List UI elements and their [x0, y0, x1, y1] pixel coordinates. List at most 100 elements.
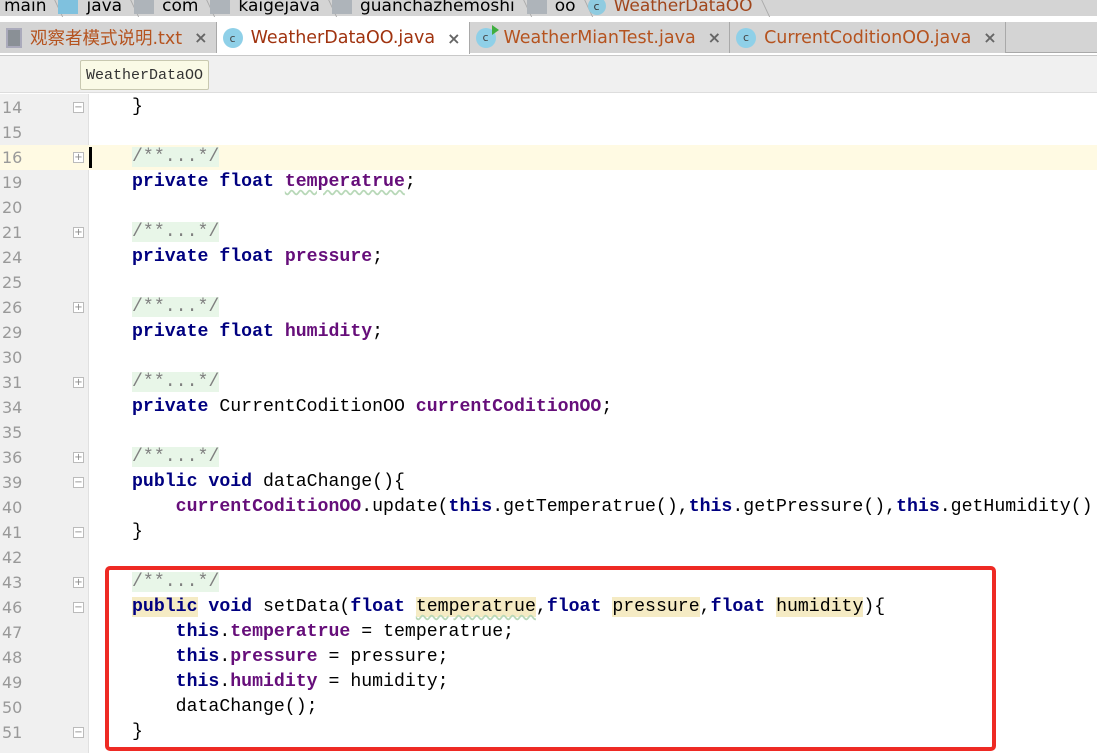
fold-expand-icon[interactable]: +	[73, 452, 84, 463]
code-token: this	[896, 497, 940, 517]
class-icon: c	[587, 0, 606, 15]
code-line[interactable]: 19 private float temperatrue;	[0, 170, 1097, 195]
fold-collapse-icon[interactable]: −	[73, 527, 84, 538]
code-line[interactable]: 16 + /**...*/	[0, 145, 1097, 170]
code-line[interactable]: 29 private float humidity;	[0, 320, 1097, 345]
code-token: .getPressure(),	[732, 497, 897, 517]
code-text: /**...*/	[132, 445, 220, 470]
line-number: 46	[2, 598, 23, 617]
code-text: /**...*/	[132, 145, 220, 170]
code-text: }	[132, 95, 143, 120]
line-number: 49	[2, 673, 23, 692]
code-line[interactable]: 25	[0, 270, 1097, 295]
class-icon-letter: c	[482, 31, 489, 44]
tab-currentcoditionoojava[interactable]: c CurrentCoditionOO.java ×	[730, 22, 1006, 53]
code-token: dataChange(){	[252, 472, 405, 492]
breadcrumb-item[interactable]: guanchazhemoshi	[328, 0, 523, 17]
code-token: private	[132, 172, 209, 192]
folded-comment[interactable]: /**...*/	[132, 447, 220, 467]
folded-comment[interactable]: /**...*/	[132, 222, 220, 242]
code-line[interactable]: 30	[0, 345, 1097, 370]
code-token: .update(	[361, 497, 449, 517]
code-line[interactable]: 41 −}	[0, 520, 1097, 545]
code-token: ;	[372, 247, 384, 267]
fold-collapse-icon[interactable]: −	[73, 477, 84, 488]
code-text: private CurrentCoditionOO currentCoditio…	[132, 395, 612, 420]
close-icon[interactable]: ×	[983, 28, 996, 47]
breadcrumb-item[interactable]: main	[0, 0, 54, 17]
fold-collapse-icon[interactable]: −	[73, 102, 84, 113]
code-token: ;	[372, 322, 384, 342]
fold-expand-icon[interactable]: +	[73, 152, 84, 163]
folded-comment[interactable]: /**...*/	[132, 147, 220, 167]
breadcrumb-item[interactable]: com	[130, 0, 206, 17]
breadcrumb-item[interactable]: c WeatherDataOO	[584, 0, 761, 17]
code-line[interactable]: 36 + /**...*/	[0, 445, 1097, 470]
breadcrumb-label: WeatherDataOO	[613, 0, 753, 16]
close-icon[interactable]: ×	[447, 29, 460, 48]
code-line[interactable]: 15	[0, 120, 1097, 145]
code-line[interactable]: 40 currentCoditionOO.update(this.getTemp…	[0, 495, 1097, 520]
close-icon[interactable]: ×	[194, 28, 207, 47]
folded-comment[interactable]: /**...*/	[132, 372, 220, 392]
code-text: private float temperatrue;	[132, 170, 416, 195]
close-icon[interactable]: ×	[708, 28, 721, 47]
code-text: /**...*/	[132, 295, 220, 320]
fold-collapse-icon[interactable]: −	[73, 602, 84, 613]
package-icon	[210, 0, 231, 14]
code-line[interactable]: 21 + /**...*/	[0, 220, 1097, 245]
folded-comment[interactable]: /**...*/	[132, 297, 220, 317]
package-icon	[526, 0, 547, 14]
tab-weatherdataoojava[interactable]: c WeatherDataOO.java ×	[216, 22, 470, 54]
line-number: 43	[2, 573, 23, 592]
code-token: currentCoditionOO	[175, 497, 362, 517]
fold-expand-icon[interactable]: +	[73, 577, 84, 588]
code-line[interactable]: 34 private CurrentCoditionOO currentCodit…	[0, 395, 1097, 420]
line-number: 41	[2, 523, 23, 542]
fold-expand-icon[interactable]: +	[73, 227, 84, 238]
code-line[interactable]: 31 + /**...*/	[0, 370, 1097, 395]
code-token: }	[132, 522, 143, 542]
line-number: 50	[2, 698, 23, 717]
fold-expand-icon[interactable]: +	[73, 377, 84, 388]
code-token: private	[132, 322, 209, 342]
code-token: float	[219, 322, 274, 342]
code-line[interactable]: 20	[0, 195, 1097, 220]
breadcrumb-item[interactable]: java	[54, 0, 130, 17]
code-text: currentCoditionOO.update(this.getTempera…	[132, 495, 1093, 520]
breadcrumb-label: java	[86, 0, 123, 16]
tab-label: WeatherMianTest.java	[503, 27, 696, 48]
code-text: private float humidity;	[132, 320, 383, 345]
code-token: temperatrue	[284, 172, 405, 192]
breadcrumb-label: com	[162, 0, 199, 16]
code-token: .getTemperatrue(),	[492, 497, 689, 517]
code-token: pressure	[284, 247, 373, 267]
line-number: 40	[2, 498, 23, 517]
breadcrumb-item[interactable]: oo	[523, 0, 584, 17]
code-token: this	[688, 497, 733, 517]
breadcrumb-label: main	[4, 0, 47, 16]
code-line[interactable]: 39 − public void dataChange(){	[0, 470, 1097, 495]
tab-txt[interactable]: 观察者模式说明.txt ×	[0, 22, 217, 53]
breadcrumb-item[interactable]: kaigejava	[206, 0, 328, 17]
fold-expand-icon[interactable]: +	[73, 302, 84, 313]
run-badge-icon	[491, 24, 499, 35]
code-token: ;	[404, 172, 416, 192]
breadcrumb: main java com kaigejava guanchazhemoshi oo c We…	[0, 0, 1097, 16]
code-line[interactable]: 24 private float pressure;	[0, 245, 1097, 270]
code-line[interactable]: 14 −}	[0, 95, 1097, 120]
code-line[interactable]: 26 + /**...*/	[0, 295, 1097, 320]
line-number: 30	[2, 348, 23, 367]
code-text: /**...*/	[132, 220, 220, 245]
code-text: /**...*/	[132, 370, 220, 395]
text-caret	[89, 147, 92, 168]
code-line[interactable]: 35	[0, 420, 1097, 445]
line-number: 19	[2, 173, 23, 192]
fold-collapse-icon[interactable]: −	[73, 727, 84, 738]
class-icon-letter: c	[229, 31, 236, 45]
tab-weathermiantestjava[interactable]: c WeatherMianTest.java ×	[469, 22, 731, 53]
